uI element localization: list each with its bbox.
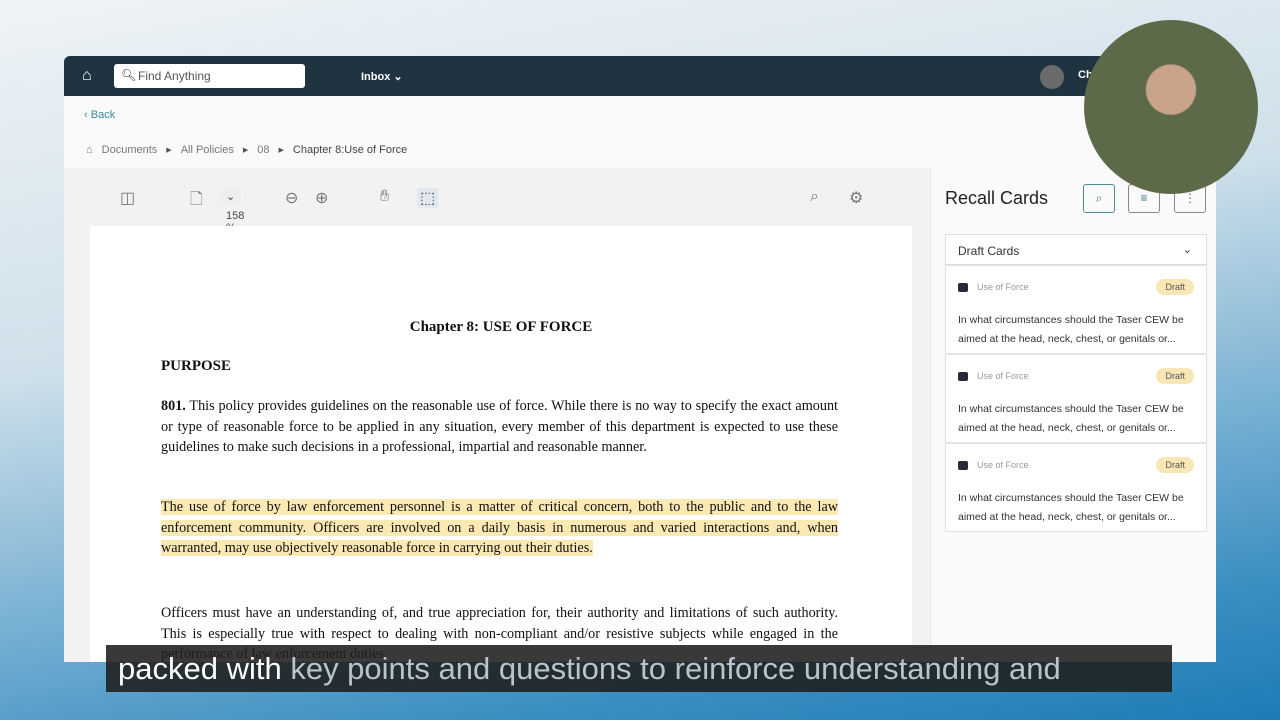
search-input[interactable]: 🔍︎ Find Anything xyxy=(114,64,305,88)
highlight: The use of force by law enforcement pers… xyxy=(161,499,838,557)
card-tag: Use of Force xyxy=(977,371,1029,381)
search-icon: 🔍︎ xyxy=(121,68,137,82)
inbox-dropdown[interactable]: Inbox ⌄ xyxy=(361,70,403,83)
caret-right-icon: ▶ xyxy=(278,147,284,154)
back-link[interactable]: ‹ Back xyxy=(84,109,115,121)
draft-cards-dropdown[interactable]: Draft Cards ⌄ xyxy=(945,234,1207,265)
search-button[interactable]: ⌕ xyxy=(1083,184,1115,213)
cards-icon xyxy=(958,283,968,292)
caret-right-icon: ▶ xyxy=(242,147,249,154)
home-icon[interactable]: ⌂ xyxy=(82,67,92,85)
recall-cards-panel: Recall Cards ⌕ ≡ ⋮ Draft Cards ⌄ Use of F… xyxy=(930,168,1216,662)
breadcrumb-all-policies[interactable]: All Policies xyxy=(181,144,234,156)
paragraph-801: 801. This policy provides guidelines on … xyxy=(161,396,838,458)
zoom-in-icon[interactable]: ⊕ xyxy=(315,188,328,208)
document-page: Chapter 8: USE OF FORCE PURPOSE 801. Thi… xyxy=(90,226,912,662)
card-question: In what circumstances should the Taser C… xyxy=(958,492,1184,523)
avatar[interactable] xyxy=(1040,65,1064,89)
breadcrumb: ⌂ Documents ▶ All Policies ▶ 08 ▶ Chapter 8… xyxy=(86,144,407,156)
cards-icon xyxy=(958,461,968,470)
viewer-toolbar: ◫ 🗋 158 % ⌄ ⊖ ⊕ ✋︎ ⬚ ⌕ ⚙ xyxy=(64,168,930,234)
status-badge: Draft xyxy=(1156,368,1194,384)
top-nav: ⌂ 🔍︎ Find Anything Inbox ⌄ Ch xyxy=(64,56,1216,96)
document-viewer: ◫ 🗋 158 % ⌄ ⊖ ⊕ ✋︎ ⬚ ⌕ ⚙ Chapter 8: USE … xyxy=(64,168,930,662)
panel-title: Recall Cards xyxy=(945,188,1049,208)
recall-card[interactable]: Use of Force Draft In what circumstances s… xyxy=(945,354,1207,443)
card-tag: Use of Force xyxy=(977,282,1029,292)
recall-card[interactable]: Use of Force Draft In what circumstances s… xyxy=(945,443,1207,532)
card-question: In what circumstances should the Taser C… xyxy=(958,403,1184,434)
gear-icon[interactable]: ⚙ xyxy=(849,188,863,208)
zoom-out-icon[interactable]: ⊖ xyxy=(285,188,298,208)
cards-icon xyxy=(958,372,968,381)
status-badge: Draft xyxy=(1156,457,1194,473)
search-placeholder: Find Anything xyxy=(138,69,211,83)
status-badge: Draft xyxy=(1156,279,1194,295)
section-number: 801. xyxy=(161,398,186,414)
zoom-select[interactable]: 158 % ⌄ xyxy=(220,190,244,234)
section-label: Draft Cards xyxy=(958,244,1020,258)
caption-bar: packed with key points and questions to … xyxy=(106,645,1172,692)
search-icon[interactable]: ⌕ xyxy=(810,188,819,206)
page-icon[interactable]: 🗋 xyxy=(190,188,203,215)
caption-spoken: packed with xyxy=(118,651,282,686)
chevron-down-icon: ⌄ xyxy=(1182,244,1192,256)
paragraph-text: This policy provides guidelines on the r… xyxy=(161,398,838,456)
chapter-title: Chapter 8: USE OF FORCE xyxy=(409,319,593,335)
hand-icon[interactable]: ✋︎ xyxy=(380,188,389,206)
home-outline-icon: ⌂ xyxy=(86,144,93,156)
card-tag: Use of Force xyxy=(977,460,1029,470)
app-window: ⌂ 🔍︎ Find Anything Inbox ⌄ Ch ‹ Back ⌂ Do… xyxy=(64,56,1216,662)
sidebar-toggle-icon[interactable]: ◫ xyxy=(120,188,135,208)
webcam-overlay xyxy=(1084,20,1258,194)
caret-right-icon: ▶ xyxy=(166,147,172,154)
highlighted-paragraph[interactable]: The use of force by law enforcement pers… xyxy=(161,497,838,559)
section-heading: PURPOSE xyxy=(161,358,232,374)
card-question: In what circumstances should the Taser C… xyxy=(958,314,1184,345)
chevron-down-icon: ⌄ xyxy=(393,71,403,83)
select-area-icon[interactable]: ⬚ xyxy=(417,188,439,208)
breadcrumb-08[interactable]: 08 xyxy=(257,144,269,156)
recall-card[interactable]: Use of Force Draft In what circumstances s… xyxy=(945,265,1207,354)
breadcrumb-current: Chapter 8:Use of Force xyxy=(292,144,408,156)
caption-upcoming: key points and questions to reinforce un… xyxy=(281,651,1061,686)
breadcrumb-documents[interactable]: Documents xyxy=(102,144,158,156)
inbox-label: Inbox xyxy=(361,71,391,83)
back-label: Back xyxy=(90,109,116,121)
